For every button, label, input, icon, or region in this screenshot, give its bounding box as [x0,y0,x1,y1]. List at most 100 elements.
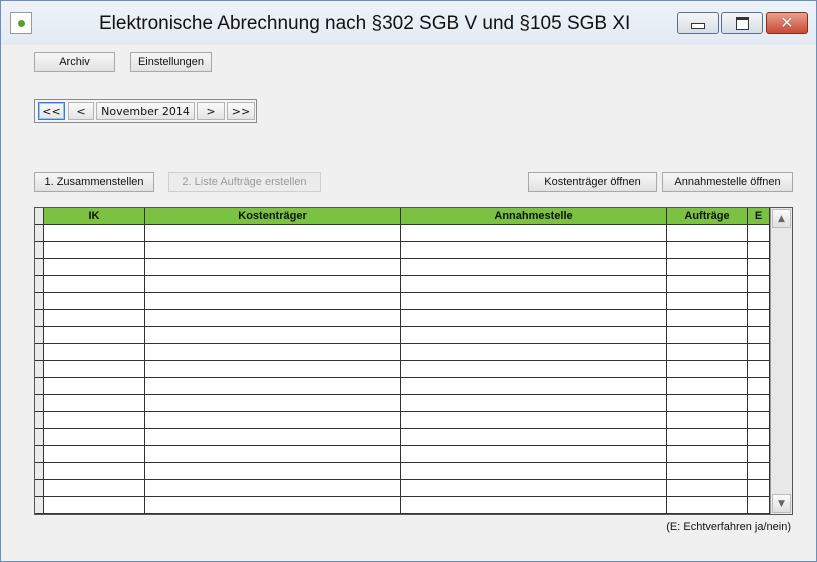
table-cell[interactable] [44,259,145,276]
table-cell[interactable] [667,412,748,429]
table-cell[interactable] [401,276,667,293]
row-header[interactable] [35,225,44,242]
first-period-button[interactable]: << [38,102,65,120]
column-header-orders[interactable]: Aufträge [667,208,748,225]
table-cell[interactable] [44,225,145,242]
table-cell[interactable] [667,463,748,480]
table-cell[interactable] [748,429,770,446]
column-header-ik[interactable]: IK [44,208,145,225]
table-cell[interactable] [145,429,401,446]
table-cell[interactable] [401,378,667,395]
settings-button[interactable]: Einstellungen [130,52,212,72]
row-header[interactable] [35,412,44,429]
table-cell[interactable] [667,242,748,259]
table-cell[interactable] [748,446,770,463]
table-cell[interactable] [44,361,145,378]
table-cell[interactable] [401,242,667,259]
table-cell[interactable] [667,429,748,446]
row-header[interactable] [35,327,44,344]
last-period-button[interactable]: >> [227,102,255,120]
table-cell[interactable] [667,395,748,412]
row-header[interactable] [35,361,44,378]
row-header[interactable] [35,463,44,480]
table-cell[interactable] [401,429,667,446]
row-header[interactable] [35,310,44,327]
row-header[interactable] [35,259,44,276]
table-cell[interactable] [145,344,401,361]
table-cell[interactable] [748,242,770,259]
table-cell[interactable] [44,480,145,497]
table-cell[interactable] [667,276,748,293]
table-cell[interactable] [44,378,145,395]
table-cell[interactable] [145,480,401,497]
table-cell[interactable] [667,327,748,344]
table-cell[interactable] [44,497,145,514]
table-cell[interactable] [145,293,401,310]
table-cell[interactable] [748,225,770,242]
table-cell[interactable] [748,412,770,429]
table-cell[interactable] [44,429,145,446]
table-cell[interactable] [401,344,667,361]
vertical-scrollbar[interactable]: ▲ ▼ [770,208,792,514]
table-cell[interactable] [748,378,770,395]
table-cell[interactable] [401,310,667,327]
table-cell[interactable] [145,395,401,412]
create-order-list-button[interactable]: 2. Liste Aufträge erstellen [168,172,321,192]
table-cell[interactable] [145,225,401,242]
table-cell[interactable] [44,395,145,412]
table-cell[interactable] [44,276,145,293]
table-cell[interactable] [748,293,770,310]
row-header[interactable] [35,395,44,412]
close-button[interactable]: ✕ [766,12,808,34]
table-cell[interactable] [145,412,401,429]
table-cell[interactable] [145,378,401,395]
row-header[interactable] [35,480,44,497]
table-cell[interactable] [748,327,770,344]
table-cell[interactable] [44,446,145,463]
row-header[interactable] [35,497,44,514]
table-cell[interactable] [748,480,770,497]
table-cell[interactable] [401,259,667,276]
table-cell[interactable] [44,310,145,327]
column-header-acceptance-office[interactable]: Annahmestelle [401,208,667,225]
table-cell[interactable] [145,361,401,378]
table-cell[interactable] [145,446,401,463]
table-cell[interactable] [145,463,401,480]
table-cell[interactable] [667,480,748,497]
table-cell[interactable] [401,361,667,378]
table-cell[interactable] [145,327,401,344]
table-cell[interactable] [748,361,770,378]
table-cell[interactable] [748,344,770,361]
table-cell[interactable] [401,497,667,514]
column-header-payer[interactable]: Kostenträger [145,208,401,225]
row-header[interactable] [35,429,44,446]
table-cell[interactable] [44,463,145,480]
next-period-button[interactable]: > [197,102,225,120]
row-header[interactable] [35,242,44,259]
table-cell[interactable] [401,225,667,242]
table-cell[interactable] [667,310,748,327]
maximize-button[interactable] [721,12,763,34]
table-cell[interactable] [44,344,145,361]
table-cell[interactable] [145,259,401,276]
table-cell[interactable] [401,480,667,497]
table-cell[interactable] [748,276,770,293]
row-header[interactable] [35,293,44,310]
table-cell[interactable] [401,446,667,463]
table-cell[interactable] [748,259,770,276]
table-cell[interactable] [667,361,748,378]
table-cell[interactable] [401,463,667,480]
table-cell[interactable] [667,344,748,361]
table-cell[interactable] [667,293,748,310]
table-cell[interactable] [44,327,145,344]
open-acceptance-office-button[interactable]: Annahmestelle öffnen [662,172,793,192]
table-cell[interactable] [667,497,748,514]
table-cell[interactable] [667,225,748,242]
row-header[interactable] [35,344,44,361]
table-cell[interactable] [44,412,145,429]
row-header[interactable] [35,276,44,293]
table-cell[interactable] [145,310,401,327]
table-cell[interactable] [44,242,145,259]
table-cell[interactable] [667,259,748,276]
column-header-e[interactable]: E [748,208,770,225]
